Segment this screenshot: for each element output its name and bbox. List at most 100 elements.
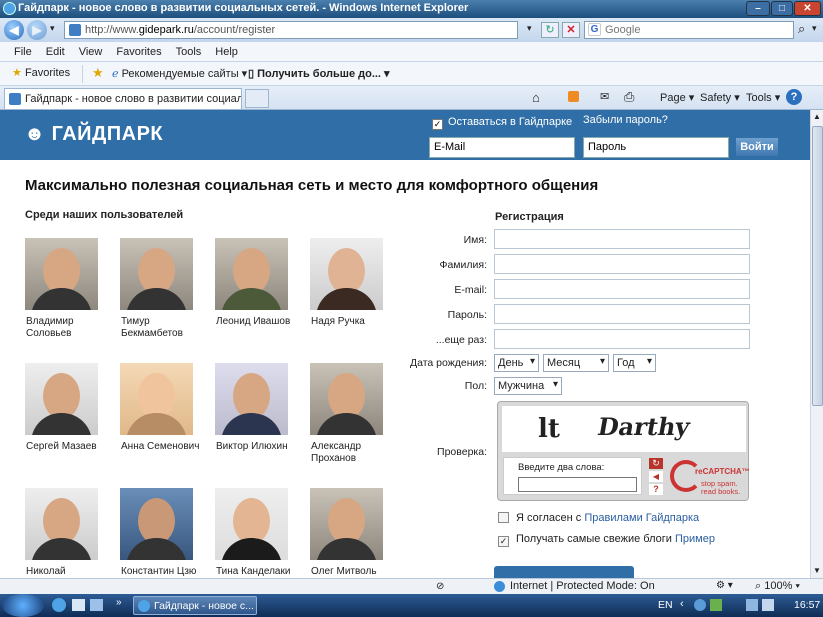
user-name[interactable]: Тимур Бекмамбетов: [121, 316, 201, 340]
forgot-password-link[interactable]: Забыли пароль?: [583, 114, 668, 126]
captcha-input[interactable]: [518, 477, 637, 492]
user-name[interactable]: Виктор Илюхин: [216, 441, 296, 453]
captcha-audio-icon[interactable]: ◀: [649, 471, 663, 482]
password-input[interactable]: [494, 304, 750, 324]
user-photo[interactable]: [310, 238, 383, 310]
name-input[interactable]: [494, 229, 750, 249]
subscribe-blogs[interactable]: ✓ Получать самые свежие блоги Пример: [498, 533, 715, 547]
gender-select[interactable]: Мужчина: [494, 377, 562, 395]
tray-arrow-icon[interactable]: ‹: [680, 598, 684, 610]
user-name[interactable]: Владимир Соловьев: [26, 316, 106, 340]
user-name[interactable]: Олег Митволь: [311, 566, 391, 578]
user-photo[interactable]: [25, 238, 98, 310]
dob-year-select[interactable]: Год: [613, 354, 656, 372]
back-button[interactable]: ◀: [4, 20, 24, 40]
scrollbar-thumb[interactable]: [812, 126, 823, 406]
home-icon[interactable]: ⌂: [532, 90, 540, 105]
user-name[interactable]: Николай: [26, 566, 106, 578]
tab-active[interactable]: Гайдпарк - новое слово в развитии социал…: [4, 88, 242, 109]
captcha-help-icon[interactable]: ?: [649, 484, 663, 495]
help-icon[interactable]: ?: [786, 89, 802, 105]
user-name[interactable]: Анна Семенович: [121, 441, 201, 453]
scroll-down-icon[interactable]: ▼: [813, 566, 821, 575]
user-name[interactable]: Сергей Мазаев: [26, 441, 106, 453]
menu-view[interactable]: View: [79, 42, 103, 62]
remember-me[interactable]: ✓ Оставаться в Гайдпарке: [432, 116, 572, 130]
switch-windows-icon[interactable]: [90, 599, 103, 611]
suggested-sites-button[interactable]: ℯ Рекомендуемые сайты ▾: [112, 67, 247, 80]
menu-help[interactable]: Help: [215, 42, 238, 62]
menu-file[interactable]: File: [14, 42, 32, 62]
agree-checkbox[interactable]: [498, 512, 509, 523]
search-box[interactable]: Google: [584, 21, 794, 39]
login-email-input[interactable]: E-Mail: [429, 137, 575, 158]
rss-icon[interactable]: [568, 91, 579, 102]
user-photo[interactable]: [120, 488, 193, 560]
password-confirm-input[interactable]: [494, 329, 750, 349]
dob-day-select[interactable]: День: [494, 354, 539, 372]
user-name[interactable]: Леонид Ивашов: [216, 316, 296, 328]
user-photo[interactable]: [310, 488, 383, 560]
menu-edit[interactable]: Edit: [46, 42, 65, 62]
address-bar[interactable]: http://www.gidepark.ru/account/register: [64, 21, 518, 39]
favorites-button[interactable]: ★ Favorites: [12, 66, 70, 79]
safety-menu[interactable]: Safety ▾: [700, 91, 740, 104]
get-more-addons-button[interactable]: ▯ Получить больше до... ▾: [248, 67, 390, 80]
manage-addons-icon[interactable]: ⚙ ▾: [716, 580, 733, 591]
user-name[interactable]: Тина Канделаки: [216, 566, 296, 578]
vertical-scrollbar[interactable]: ▲ ▼: [810, 110, 823, 578]
login-button[interactable]: Войти: [736, 138, 778, 156]
mail-icon[interactable]: ✉: [600, 90, 609, 103]
minimize-button[interactable]: –: [746, 1, 770, 16]
login-password-input[interactable]: Пароль: [583, 137, 729, 158]
security-zone[interactable]: Internet | Protected Mode: On: [510, 580, 655, 592]
user-photo[interactable]: [25, 363, 98, 435]
terms-link[interactable]: Правилами Гайдпарка: [584, 512, 699, 524]
tray-network-icon[interactable]: [694, 599, 706, 611]
user-photo[interactable]: [310, 363, 383, 435]
captcha-reload-icon[interactable]: ↻: [649, 458, 663, 469]
stop-icon[interactable]: ✕: [562, 22, 580, 38]
user-photo[interactable]: [25, 488, 98, 560]
user-photo[interactable]: [215, 363, 288, 435]
subscribe-checkbox[interactable]: ✓: [498, 536, 509, 547]
history-dropdown-icon[interactable]: ▾: [50, 23, 55, 34]
language-indicator[interactable]: EN: [658, 599, 673, 611]
email-input[interactable]: [494, 279, 750, 299]
page-menu[interactable]: Page ▾: [660, 91, 694, 104]
menu-tools[interactable]: Tools: [176, 42, 202, 62]
taskbar-ie-window[interactable]: Гайдпарк - новое с...: [133, 596, 257, 615]
tray-monitor-icon[interactable]: [746, 599, 758, 611]
user-photo[interactable]: [215, 488, 288, 560]
start-button[interactable]: [2, 594, 44, 617]
remember-checkbox[interactable]: ✓: [432, 119, 443, 130]
tray-volume-icon[interactable]: [762, 599, 774, 611]
new-tab-button[interactable]: [245, 89, 269, 108]
register-button[interactable]: [494, 566, 634, 578]
agree-terms[interactable]: Я согласен с Правилами Гайдпарка: [498, 512, 699, 524]
tray-app-icon[interactable]: [710, 599, 722, 611]
user-name[interactable]: Константин Цзю: [121, 566, 201, 578]
zoom-level[interactable]: ⌕ 100% ▾: [755, 580, 800, 593]
window-title-bar[interactable]: Гайдпарк - новое слово в развитии социал…: [0, 0, 823, 18]
user-photo[interactable]: [215, 238, 288, 310]
print-icon[interactable]: ⎙: [624, 89, 634, 105]
popup-blocker-icon[interactable]: ⊘: [436, 581, 444, 592]
tools-menu[interactable]: Tools ▾: [746, 91, 780, 104]
example-link[interactable]: Пример: [675, 533, 715, 545]
quicklaunch-more-icon[interactable]: »: [116, 597, 122, 608]
search-options-icon[interactable]: ▾: [812, 23, 817, 34]
dob-month-select[interactable]: Месяц: [543, 354, 609, 372]
scroll-up-icon[interactable]: ▲: [813, 112, 821, 121]
maximize-button[interactable]: □: [771, 1, 793, 16]
ie-quicklaunch-icon[interactable]: [52, 598, 66, 612]
surname-input[interactable]: [494, 254, 750, 274]
clock[interactable]: 16:57: [794, 599, 820, 611]
forward-button[interactable]: ▶: [27, 20, 47, 40]
user-photo[interactable]: [120, 363, 193, 435]
address-dropdown-icon[interactable]: ▾: [527, 23, 532, 34]
refresh-icon[interactable]: ↻: [541, 22, 559, 38]
user-photo[interactable]: [120, 238, 193, 310]
menu-favorites[interactable]: Favorites: [116, 42, 161, 62]
show-desktop-icon[interactable]: [72, 599, 85, 611]
